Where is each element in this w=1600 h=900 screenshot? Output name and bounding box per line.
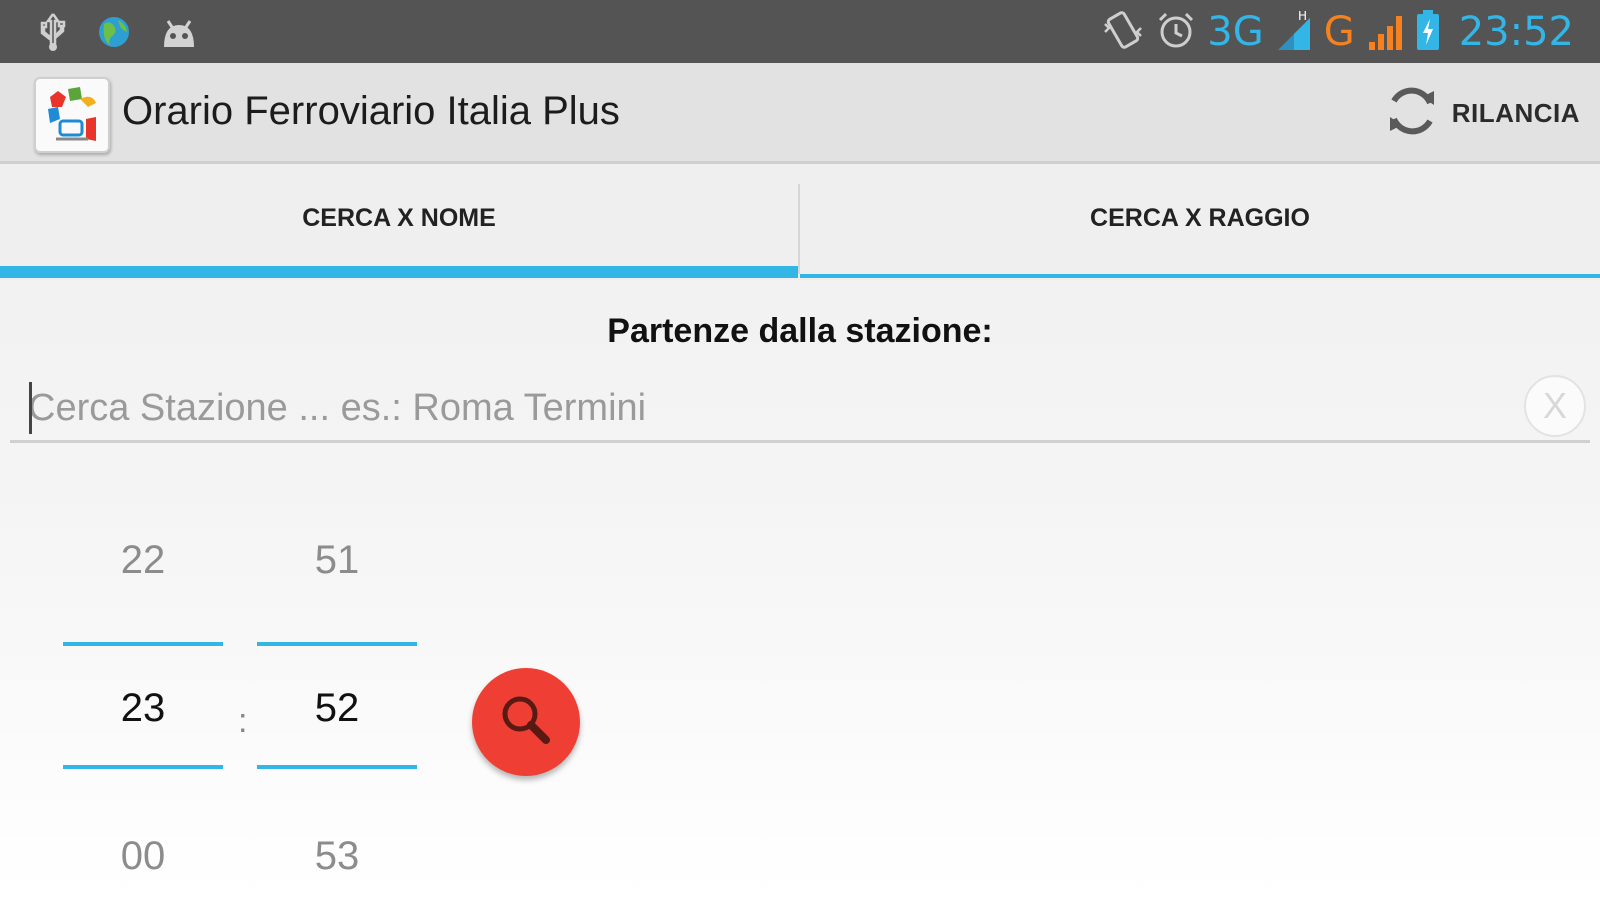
- status-bar: 3G H G 23:52: [0, 0, 1600, 63]
- hour-divider-top: [63, 642, 223, 646]
- app-title: Orario Ferroviario Italia Plus: [122, 89, 620, 133]
- time-separator: :: [238, 702, 248, 740]
- alarm-icon: [1155, 9, 1197, 56]
- usb-icon: [36, 12, 70, 57]
- minute-prev[interactable]: 51: [257, 538, 417, 583]
- refresh-icon: [1384, 81, 1440, 146]
- status-icons-left: [36, 12, 200, 57]
- minute-divider-top: [257, 642, 417, 646]
- reload-label: RILANCIA: [1451, 97, 1580, 128]
- search-underline: [10, 440, 1590, 443]
- section-title: Partenze dalla stazione:: [607, 312, 993, 350]
- action-bar: Orario Ferroviario Italia Plus RILANCIA: [0, 63, 1600, 164]
- hour-divider-bottom: [63, 765, 223, 769]
- minute-current[interactable]: 52: [257, 686, 417, 731]
- station-search-input[interactable]: [28, 378, 1508, 438]
- status-clock: 23:52: [1458, 9, 1574, 55]
- tab-underline: [800, 274, 1600, 278]
- tab-cerca-nome[interactable]: CERCA X NOME: [0, 164, 798, 280]
- magnifier-icon: [496, 690, 556, 755]
- reload-button[interactable]: RILANCIA: [1384, 81, 1580, 145]
- minute-divider-bottom: [257, 765, 417, 769]
- battery-charging-icon: [1415, 8, 1441, 57]
- search-button[interactable]: [472, 668, 580, 776]
- vibrate-icon: [1101, 8, 1145, 57]
- text-cursor: [29, 382, 32, 434]
- hour-current[interactable]: 23: [63, 686, 223, 731]
- tab-selected-indicator: [0, 266, 798, 278]
- android-icon: [158, 15, 200, 54]
- minute-next[interactable]: 53: [257, 834, 417, 879]
- app-logo-icon[interactable]: [34, 77, 110, 153]
- signal-icon-secondary: [1365, 8, 1405, 57]
- network-type-primary: 3G: [1207, 9, 1264, 55]
- signal-icon: H: [1274, 8, 1314, 57]
- tab-cerca-raggio[interactable]: CERCA X RAGGIO: [800, 164, 1600, 280]
- status-icons-right: 3G H G 23:52: [1101, 8, 1574, 56]
- svg-text:H: H: [1298, 9, 1307, 23]
- globe-icon: [96, 14, 132, 55]
- tab-bar: CERCA X NOME CERCA X RAGGIO: [0, 164, 1600, 280]
- network-type-secondary: G: [1323, 9, 1355, 55]
- clear-button[interactable]: X: [1524, 375, 1586, 437]
- hour-next[interactable]: 00: [63, 834, 223, 879]
- hour-prev[interactable]: 22: [63, 538, 223, 583]
